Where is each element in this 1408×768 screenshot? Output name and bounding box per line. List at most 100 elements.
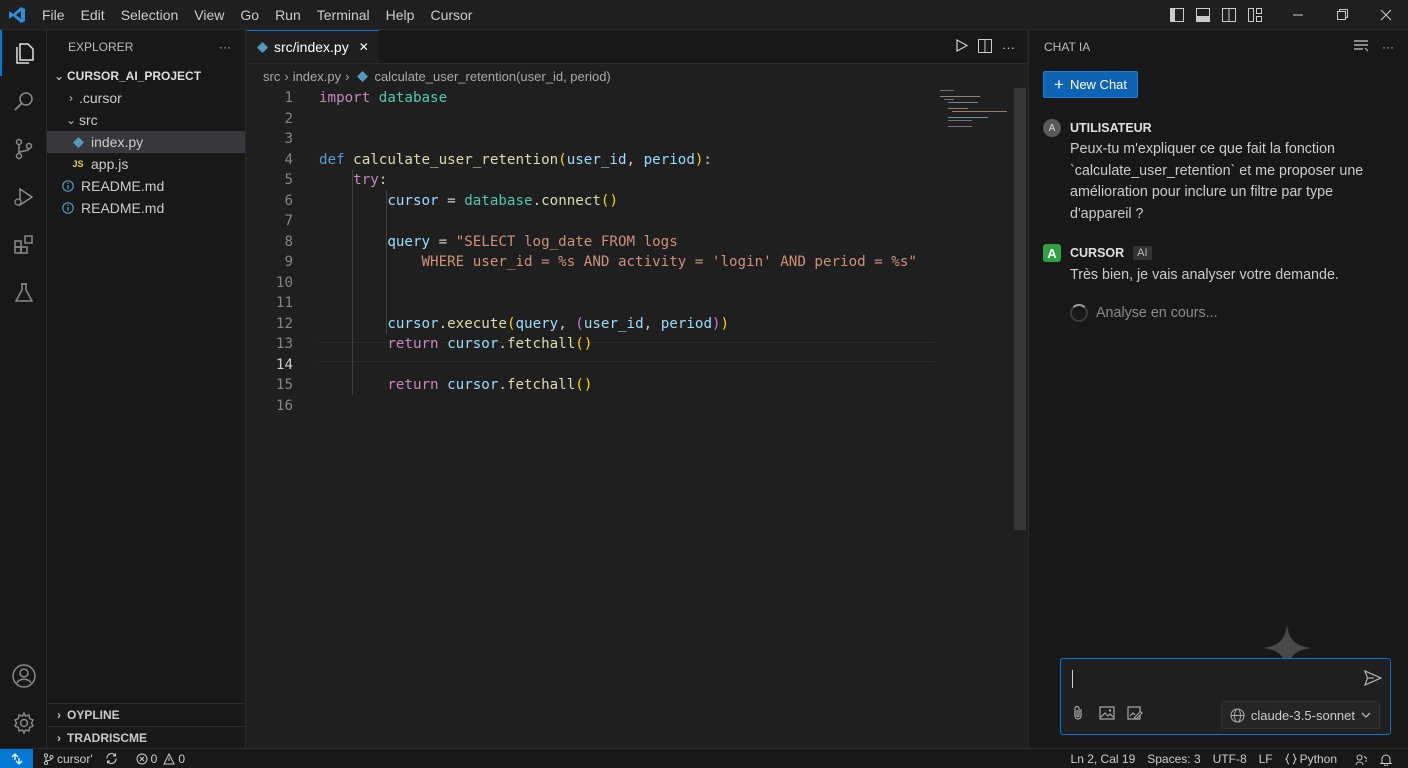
menu-go[interactable]: Go (232, 0, 267, 30)
toggle-secondary-sidebar-icon[interactable] (1216, 0, 1242, 30)
edit-image-icon[interactable] (1127, 705, 1143, 724)
chevron-down-icon (1361, 712, 1371, 718)
menu-file[interactable]: File (34, 0, 73, 30)
chat-header: CHAT IA ··· (1029, 30, 1408, 64)
user-label: UTILISATEUR (1070, 121, 1152, 135)
tree-item-index-py[interactable]: index.py (47, 131, 245, 153)
end-of-line[interactable]: LF (1253, 752, 1279, 766)
tree-item-readme[interactable]: README.md (47, 197, 245, 219)
run-file-icon[interactable] (955, 38, 969, 55)
send-icon[interactable] (1363, 669, 1383, 690)
tree-item-cursor-folder[interactable]: › .cursor (47, 87, 245, 109)
code-line: 6 cursor = database.connect() (284, 192, 618, 209)
split-editor-icon[interactable] (978, 38, 992, 56)
customize-layout-icon[interactable] (1242, 0, 1268, 30)
code-line: 10 (275, 274, 293, 291)
image-icon[interactable] (1099, 705, 1115, 724)
vscode-logo-icon (0, 0, 34, 30)
chat-input-box[interactable]: claude-3.5-sonnet (1060, 658, 1391, 735)
function-symbol-icon (357, 70, 369, 82)
toggle-primary-sidebar-icon[interactable] (1164, 0, 1190, 30)
source-control-icon[interactable] (0, 126, 47, 172)
account-icon[interactable] (0, 653, 47, 699)
menu-cursor[interactable]: Cursor (422, 0, 480, 30)
git-branch-icon (43, 752, 54, 765)
ai-badge: AI (1133, 246, 1152, 260)
attach-icon[interactable] (1071, 705, 1087, 724)
menu-terminal[interactable]: Terminal (309, 0, 378, 30)
code-area[interactable]: 1 import database 2 3 4 def calculate_user… (247, 88, 947, 416)
settings-gear-icon[interactable] (0, 700, 47, 746)
menu-edit[interactable]: Edit (73, 0, 113, 30)
ai-avatar: A (1043, 244, 1061, 262)
chevron-right-icon: › (69, 91, 73, 105)
tab-close-icon[interactable]: ✕ (359, 40, 369, 54)
run-debug-icon[interactable] (0, 174, 47, 220)
toggle-panel-icon[interactable] (1190, 0, 1216, 30)
breadcrumb-file[interactable]: index.py (293, 69, 341, 84)
tree-item-label: README.md (81, 178, 165, 194)
chat-title: CHAT IA (1044, 40, 1091, 54)
info-file-icon (59, 202, 77, 214)
editor-area: src/index.py ✕ ··· src › index.py › calc… (247, 30, 1027, 748)
editor-actions: ··· (955, 30, 1015, 64)
language-mode[interactable]: Python (1279, 752, 1343, 766)
problems-indicator[interactable]: 0 0 (130, 752, 191, 766)
tree-item-src-folder[interactable]: ⌄ src (47, 109, 245, 131)
editor-scrollbar[interactable] (1014, 88, 1026, 530)
explorer-more-icon[interactable]: ··· (219, 40, 231, 54)
menu-help[interactable]: Help (378, 0, 423, 30)
tree-item-readme[interactable]: README.md (47, 175, 245, 197)
cursor-position[interactable]: Ln 2, Cal 19 (1065, 752, 1142, 766)
code-line: 16 (275, 397, 293, 414)
code-line: 9 WHERE user_id = %s AND activity = 'log… (284, 254, 917, 271)
tab-label: src/index.py (274, 39, 349, 55)
tree-item-app-js[interactable]: JS app.js (47, 153, 245, 175)
menu-selection[interactable]: Selection (113, 0, 187, 30)
minimap[interactable] (940, 88, 1015, 128)
code-line: 15 return cursor.fetchall() (275, 377, 593, 394)
code-line: 11 (275, 295, 293, 312)
chat-history-icon[interactable] (1354, 39, 1369, 55)
code-line: 7 (284, 213, 293, 230)
timeline-section[interactable]: › TRADRISCME (47, 726, 246, 748)
chat-panel: CHAT IA ··· + New Chat A UTILISATEUR Peu… (1028, 30, 1408, 748)
encoding[interactable]: UTF-8 (1207, 752, 1253, 766)
model-selector[interactable]: claude-3.5-sonnet (1220, 701, 1380, 729)
chevron-down-icon: ⌄ (53, 69, 65, 83)
breadcrumb-symbol[interactable]: calculate_user_retention(user_id, period… (374, 69, 610, 84)
project-folder[interactable]: ⌄ CURSOR_AI_PROJECT (47, 65, 245, 87)
indentation[interactable]: Spaces: 3 (1141, 752, 1206, 766)
extensions-icon[interactable] (0, 222, 47, 268)
status-bar: cursor' 0 0 Ln 2, Cal 19 Spaces: 3 UTF-8… (0, 748, 1408, 768)
menu-view[interactable]: View (186, 0, 232, 30)
feedback-icon[interactable] (1349, 753, 1374, 766)
editor-more-icon[interactable]: ··· (1002, 40, 1015, 55)
chat-more-icon[interactable]: ··· (1382, 40, 1394, 54)
explorer-sidebar: EXPLORER ··· ⌄ CURSOR_AI_PROJECT › .curs… (47, 30, 246, 748)
new-chat-button[interactable]: + New Chat (1043, 71, 1139, 98)
sync-icon[interactable] (99, 752, 124, 765)
warning-count: 0 (178, 751, 186, 766)
ai-message-header: A CURSOR AI (1043, 244, 1152, 262)
search-icon[interactable] (0, 78, 47, 124)
menu-run[interactable]: Run (267, 0, 309, 30)
tab-index-py[interactable]: src/index.py ✕ (247, 30, 379, 63)
warning-icon (163, 752, 176, 764)
code-line: 13 return cursor.fetchall() (275, 336, 593, 353)
code-line: 2 (284, 110, 293, 127)
outline-section[interactable]: › OYPLINE (47, 703, 246, 725)
tree-item-label: src (79, 112, 98, 128)
close-window-icon[interactable] (1364, 0, 1408, 30)
python-file-icon (257, 41, 268, 53)
activity-bar (0, 30, 47, 748)
maximize-icon[interactable] (1320, 0, 1364, 30)
notifications-bell-icon[interactable] (1374, 753, 1398, 766)
minimize-icon[interactable] (1276, 0, 1320, 30)
remote-indicator-icon[interactable] (0, 748, 33, 768)
breadcrumb-folder[interactable]: src (263, 69, 280, 84)
testing-icon[interactable] (0, 270, 47, 316)
explorer-icon[interactable] (0, 30, 47, 76)
branch-indicator[interactable]: cursor' (37, 752, 99, 766)
outline-label: OYPLINE (67, 707, 120, 722)
